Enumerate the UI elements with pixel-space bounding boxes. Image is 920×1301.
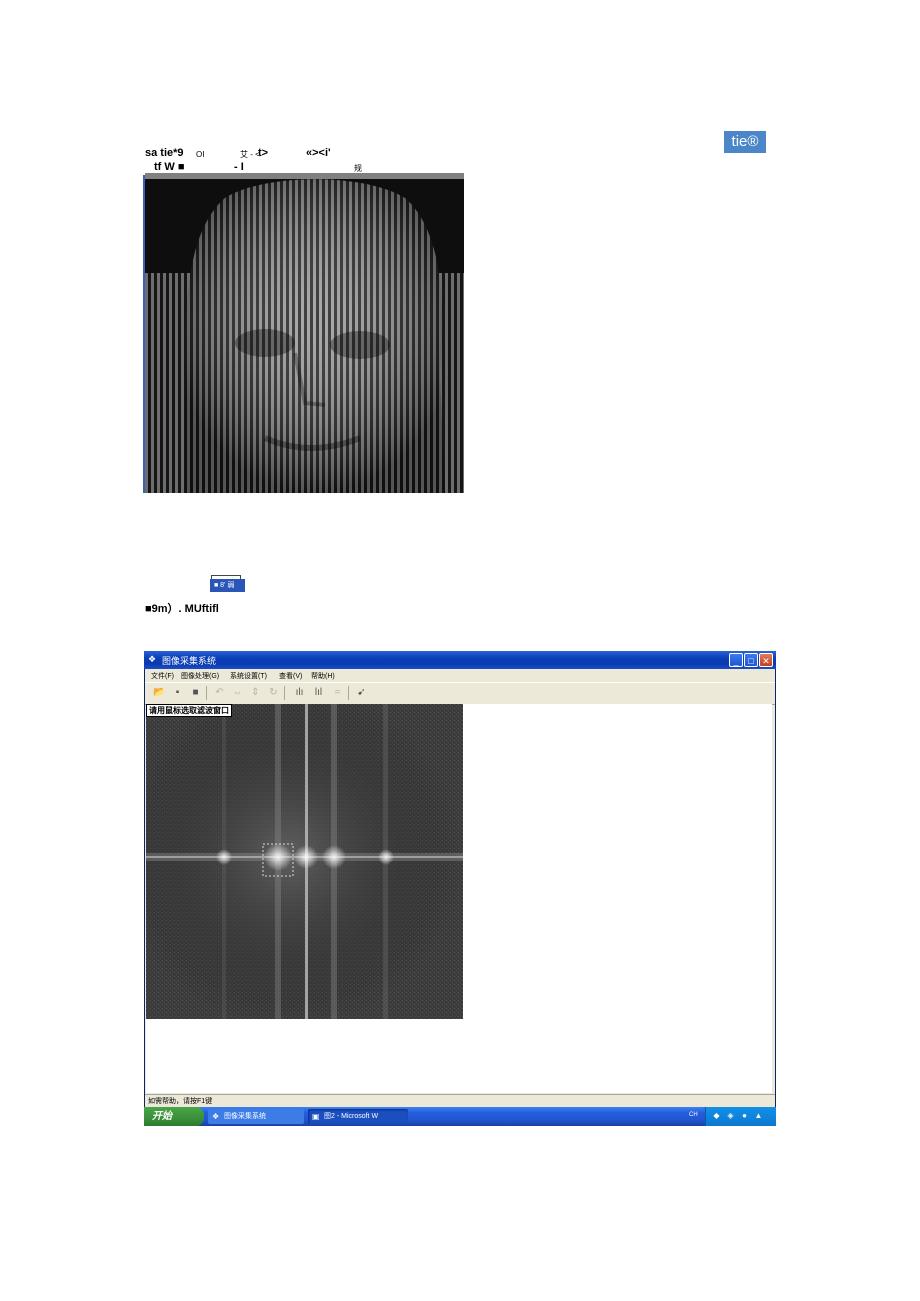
status-text: 如需帮助，请按F1键 xyxy=(148,1098,213,1105)
menu-bar: 文件(F) 图像处理(G) 系统设置(T) 查看(V) 帮助(H) xyxy=(145,669,775,682)
doc-fragment: sa tie*9 xyxy=(145,147,184,159)
start-label: 开始 xyxy=(152,1111,172,1122)
language-indicator[interactable]: CH xyxy=(689,1112,698,1118)
task-label: 图像采集系统 xyxy=(224,1113,266,1120)
taskbar-item-image-system[interactable]: ❖ 图像采集系统 xyxy=(208,1109,304,1124)
spectrum-graphic xyxy=(146,704,463,1019)
maximize-button[interactable]: □ xyxy=(744,653,758,667)
save-icon[interactable]: ▪ xyxy=(171,686,184,699)
app-window: ❖ 图像采集系统 _ □ ✕ 文件(F) 图像处理(G) 系统设置(T) 查看(… xyxy=(144,651,776,1126)
histogram-equalize-icon[interactable]: lıl xyxy=(312,686,325,699)
histogram-icon[interactable]: ılı xyxy=(293,686,306,699)
fringe-projection-image xyxy=(145,173,464,493)
filter-icon[interactable]: ≈ xyxy=(331,686,344,699)
network-icon[interactable]: ◆ xyxy=(712,1111,721,1120)
menu-file[interactable]: 文件(F) xyxy=(151,671,174,681)
title-bar[interactable]: ❖ 图像采集系统 _ □ ✕ xyxy=(144,651,776,669)
taskbar: 开始 ❖ 图像采集系统 ▣ 图2 - Microsoft W CH ◆ ◈ ● … xyxy=(144,1107,776,1126)
fourier-spectrum-image[interactable]: 请用鼠标选取滤波窗口 xyxy=(146,704,463,1019)
cursor-icon[interactable]: ➹ xyxy=(355,686,368,699)
fringe-image-graphic xyxy=(145,173,464,493)
open-icon[interactable]: 📂 xyxy=(153,686,166,699)
window-title: 图像采集系统 xyxy=(162,657,217,667)
antivirus-icon[interactable]: ▲ xyxy=(754,1111,763,1120)
undo-icon[interactable]: ↶ xyxy=(213,686,226,699)
doc-fragment: «><i' xyxy=(306,147,331,159)
minimize-button[interactable]: _ xyxy=(729,653,743,667)
menu-system-settings[interactable]: 系统设置(T) xyxy=(230,671,267,681)
image-client-area[interactable]: 请用鼠标选取滤波窗口 xyxy=(146,704,772,1093)
app-icon: ❖ xyxy=(212,1112,220,1121)
badge: tie® xyxy=(724,131,766,153)
taskbar-item-word[interactable]: ▣ 图2 - Microsoft W xyxy=(308,1109,408,1124)
caption: ■9m）. MUftifl xyxy=(145,603,219,615)
flip-horizontal-icon[interactable]: ⇔ xyxy=(231,686,244,699)
menu-image-processing[interactable]: 图像处理(G) xyxy=(181,671,219,681)
toolbar-separator xyxy=(284,686,285,700)
menu-help[interactable]: 帮助(H) xyxy=(311,671,335,681)
toolbar: 📂 ▪ ■ ↶ ⇔ ⇕ ↻ ılı lıl ≈ ➹ xyxy=(145,682,775,705)
status-bar: 如需帮助，请按F1键 xyxy=(145,1094,775,1107)
app-icon: ❖ xyxy=(148,654,157,664)
toolbar-separator xyxy=(348,686,349,700)
capture-icon[interactable]: ■ xyxy=(189,686,202,699)
doc-fragment: tf W ■ xyxy=(154,161,185,173)
security-icon[interactable]: ● xyxy=(740,1111,749,1120)
system-tray: ◆ ◈ ● ▲ xyxy=(705,1107,776,1126)
flip-vertical-icon[interactable]: ⇕ xyxy=(249,686,262,699)
doc-fragment: t> xyxy=(258,147,269,159)
rotate-icon[interactable]: ↻ xyxy=(267,686,280,699)
doc-fragment: 艾 - < xyxy=(240,150,260,159)
doc-fragment: - I xyxy=(234,161,244,173)
filter-window-hint: 请用鼠标选取滤波窗口 xyxy=(146,704,232,717)
doc-fragment: OI xyxy=(196,150,205,159)
menu-view[interactable]: 查看(V) xyxy=(279,671,302,681)
close-button[interactable]: ✕ xyxy=(759,653,773,667)
task-label: 图2 - Microsoft W xyxy=(324,1113,379,1120)
blue-bar: ■ 8' 弱 xyxy=(210,579,245,592)
start-button[interactable]: 开始 xyxy=(144,1107,204,1126)
toolbar-separator xyxy=(206,686,207,700)
word-icon: ▣ xyxy=(312,1112,320,1121)
volume-icon[interactable]: ◈ xyxy=(726,1111,735,1120)
